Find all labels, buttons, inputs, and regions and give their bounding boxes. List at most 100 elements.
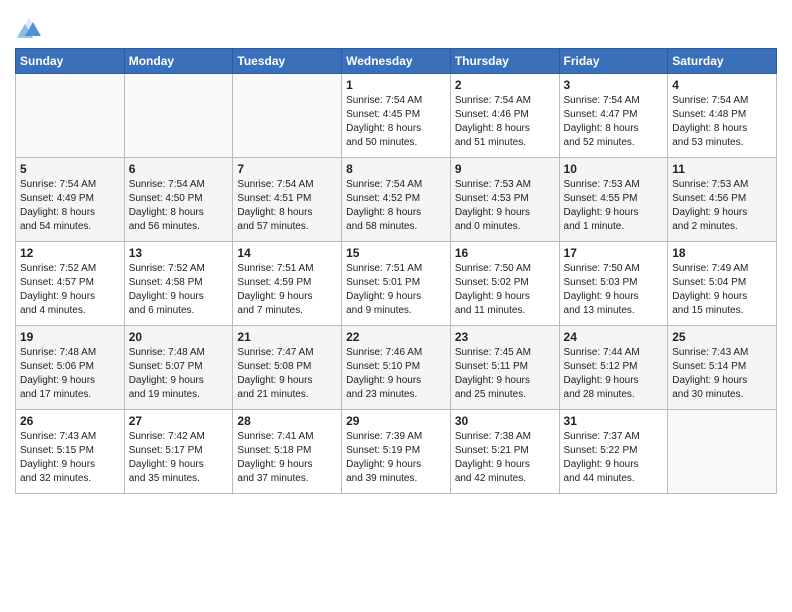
calendar-cell: 24 Sunrise: 7:44 AM Sunset: 5:12 PM Dayli…	[559, 326, 668, 410]
day-number: 30	[455, 414, 555, 428]
calendar-cell: 30 Sunrise: 7:38 AM Sunset: 5:21 PM Dayli…	[450, 410, 559, 494]
day-number: 28	[237, 414, 337, 428]
week-row-4: 19 Sunrise: 7:48 AM Sunset: 5:06 PM Dayli…	[16, 326, 777, 410]
col-friday: Friday	[559, 49, 668, 74]
day-info: Sunrise: 7:45 AM Sunset: 5:11 PM Dayligh…	[455, 346, 555, 402]
day-number: 2	[455, 78, 555, 92]
calendar-cell: 1 Sunrise: 7:54 AM Sunset: 4:45 PM Daylig…	[342, 74, 451, 158]
day-info: Sunrise: 7:48 AM Sunset: 5:07 PM Dayligh…	[129, 346, 229, 402]
calendar-cell: 20 Sunrise: 7:48 AM Sunset: 5:07 PM Dayli…	[124, 326, 233, 410]
day-info: Sunrise: 7:50 AM Sunset: 5:03 PM Dayligh…	[564, 262, 664, 318]
calendar-cell: 11 Sunrise: 7:53 AM Sunset: 4:56 PM Dayli…	[668, 158, 777, 242]
calendar-cell: 22 Sunrise: 7:46 AM Sunset: 5:10 PM Dayli…	[342, 326, 451, 410]
col-thursday: Thursday	[450, 49, 559, 74]
calendar-cell: 13 Sunrise: 7:52 AM Sunset: 4:58 PM Dayli…	[124, 242, 233, 326]
day-number: 6	[129, 162, 229, 176]
day-info: Sunrise: 7:49 AM Sunset: 5:04 PM Dayligh…	[672, 262, 772, 318]
day-number: 5	[20, 162, 120, 176]
day-number: 11	[672, 162, 772, 176]
header	[15, 10, 777, 42]
calendar-cell: 5 Sunrise: 7:54 AM Sunset: 4:49 PM Daylig…	[16, 158, 125, 242]
day-number: 9	[455, 162, 555, 176]
day-info: Sunrise: 7:52 AM Sunset: 4:57 PM Dayligh…	[20, 262, 120, 318]
day-number: 26	[20, 414, 120, 428]
day-info: Sunrise: 7:38 AM Sunset: 5:21 PM Dayligh…	[455, 430, 555, 486]
day-number: 19	[20, 330, 120, 344]
calendar-cell: 7Sunrise: 7:54 AM Sunset: 4:51 PM Daylig…	[233, 158, 342, 242]
day-info: Sunrise: 7:39 AM Sunset: 5:19 PM Dayligh…	[346, 430, 446, 486]
day-info: Sunrise: 7:54 AM Sunset: 4:47 PM Dayligh…	[564, 94, 664, 150]
day-number: 1	[346, 78, 446, 92]
calendar-cell	[16, 74, 125, 158]
day-info: Sunrise: 7:41 AM Sunset: 5:18 PM Dayligh…	[237, 430, 337, 486]
day-number: 31	[564, 414, 664, 428]
calendar-cell: 29 Sunrise: 7:39 AM Sunset: 5:19 PM Dayli…	[342, 410, 451, 494]
day-info: Sunrise: 7:47 AM Sunset: 5:08 PM Dayligh…	[237, 346, 337, 402]
day-number: 13	[129, 246, 229, 260]
calendar-cell: 17 Sunrise: 7:50 AM Sunset: 5:03 PM Dayli…	[559, 242, 668, 326]
col-sunday: Sunday	[16, 49, 125, 74]
calendar-cell: 3Sunrise: 7:54 AM Sunset: 4:47 PM Daylig…	[559, 74, 668, 158]
calendar-cell: 16Sunrise: 7:50 AM Sunset: 5:02 PM Dayli…	[450, 242, 559, 326]
day-number: 17	[564, 246, 664, 260]
calendar-cell: 14 Sunrise: 7:51 AM Sunset: 4:59 PM Dayli…	[233, 242, 342, 326]
week-row-2: 5 Sunrise: 7:54 AM Sunset: 4:49 PM Daylig…	[16, 158, 777, 242]
col-saturday: Saturday	[668, 49, 777, 74]
day-number: 20	[129, 330, 229, 344]
day-number: 25	[672, 330, 772, 344]
week-row-5: 26 Sunrise: 7:43 AM Sunset: 5:15 PM Dayli…	[16, 410, 777, 494]
day-info: Sunrise: 7:51 AM Sunset: 4:59 PM Dayligh…	[237, 262, 337, 318]
calendar-cell: 23 Sunrise: 7:45 AM Sunset: 5:11 PM Dayli…	[450, 326, 559, 410]
calendar-cell: 9 Sunrise: 7:53 AM Sunset: 4:53 PM Daylig…	[450, 158, 559, 242]
day-number: 10	[564, 162, 664, 176]
day-number: 15	[346, 246, 446, 260]
calendar-cell: 4 Sunrise: 7:54 AM Sunset: 4:48 PM Daylig…	[668, 74, 777, 158]
page: Sunday Monday Tuesday Wednesday Thursday…	[0, 0, 792, 612]
day-number: 16	[455, 246, 555, 260]
col-wednesday: Wednesday	[342, 49, 451, 74]
day-info: Sunrise: 7:52 AM Sunset: 4:58 PM Dayligh…	[129, 262, 229, 318]
calendar-cell: 21 Sunrise: 7:47 AM Sunset: 5:08 PM Dayli…	[233, 326, 342, 410]
calendar-cell	[668, 410, 777, 494]
day-info: Sunrise: 7:54 AM Sunset: 4:50 PM Dayligh…	[129, 178, 229, 234]
week-row-3: 12 Sunrise: 7:52 AM Sunset: 4:57 PM Dayli…	[16, 242, 777, 326]
calendar-cell: 28 Sunrise: 7:41 AM Sunset: 5:18 PM Dayli…	[233, 410, 342, 494]
col-monday: Monday	[124, 49, 233, 74]
day-number: 4	[672, 78, 772, 92]
day-number: 22	[346, 330, 446, 344]
calendar-cell: 27Sunrise: 7:42 AM Sunset: 5:17 PM Dayli…	[124, 410, 233, 494]
day-number: 12	[20, 246, 120, 260]
day-number: 8	[346, 162, 446, 176]
calendar-cell: 8 Sunrise: 7:54 AM Sunset: 4:52 PM Daylig…	[342, 158, 451, 242]
day-number: 14	[237, 246, 337, 260]
day-info: Sunrise: 7:54 AM Sunset: 4:45 PM Dayligh…	[346, 94, 446, 150]
day-number: 23	[455, 330, 555, 344]
day-info: Sunrise: 7:44 AM Sunset: 5:12 PM Dayligh…	[564, 346, 664, 402]
day-info: Sunrise: 7:46 AM Sunset: 5:10 PM Dayligh…	[346, 346, 446, 402]
day-info: Sunrise: 7:42 AM Sunset: 5:17 PM Dayligh…	[129, 430, 229, 486]
day-number: 18	[672, 246, 772, 260]
day-info: Sunrise: 7:54 AM Sunset: 4:49 PM Dayligh…	[20, 178, 120, 234]
day-info: Sunrise: 7:48 AM Sunset: 5:06 PM Dayligh…	[20, 346, 120, 402]
day-info: Sunrise: 7:51 AM Sunset: 5:01 PM Dayligh…	[346, 262, 446, 318]
day-info: Sunrise: 7:37 AM Sunset: 5:22 PM Dayligh…	[564, 430, 664, 486]
day-info: Sunrise: 7:54 AM Sunset: 4:48 PM Dayligh…	[672, 94, 772, 150]
calendar-cell	[233, 74, 342, 158]
calendar-cell: 2Sunrise: 7:54 AM Sunset: 4:46 PM Daylig…	[450, 74, 559, 158]
calendar-cell: 15 Sunrise: 7:51 AM Sunset: 5:01 PM Dayli…	[342, 242, 451, 326]
logo	[15, 14, 47, 42]
day-info: Sunrise: 7:43 AM Sunset: 5:15 PM Dayligh…	[20, 430, 120, 486]
day-info: Sunrise: 7:54 AM Sunset: 4:52 PM Dayligh…	[346, 178, 446, 234]
calendar-cell: 12 Sunrise: 7:52 AM Sunset: 4:57 PM Dayli…	[16, 242, 125, 326]
day-info: Sunrise: 7:53 AM Sunset: 4:56 PM Dayligh…	[672, 178, 772, 234]
col-tuesday: Tuesday	[233, 49, 342, 74]
week-row-1: 1 Sunrise: 7:54 AM Sunset: 4:45 PM Daylig…	[16, 74, 777, 158]
day-info: Sunrise: 7:53 AM Sunset: 4:53 PM Dayligh…	[455, 178, 555, 234]
calendar-cell: 18 Sunrise: 7:49 AM Sunset: 5:04 PM Dayli…	[668, 242, 777, 326]
calendar-cell: 10Sunrise: 7:53 AM Sunset: 4:55 PM Dayli…	[559, 158, 668, 242]
day-number: 21	[237, 330, 337, 344]
day-info: Sunrise: 7:43 AM Sunset: 5:14 PM Dayligh…	[672, 346, 772, 402]
day-number: 29	[346, 414, 446, 428]
day-number: 24	[564, 330, 664, 344]
calendar-cell: 19 Sunrise: 7:48 AM Sunset: 5:06 PM Dayli…	[16, 326, 125, 410]
